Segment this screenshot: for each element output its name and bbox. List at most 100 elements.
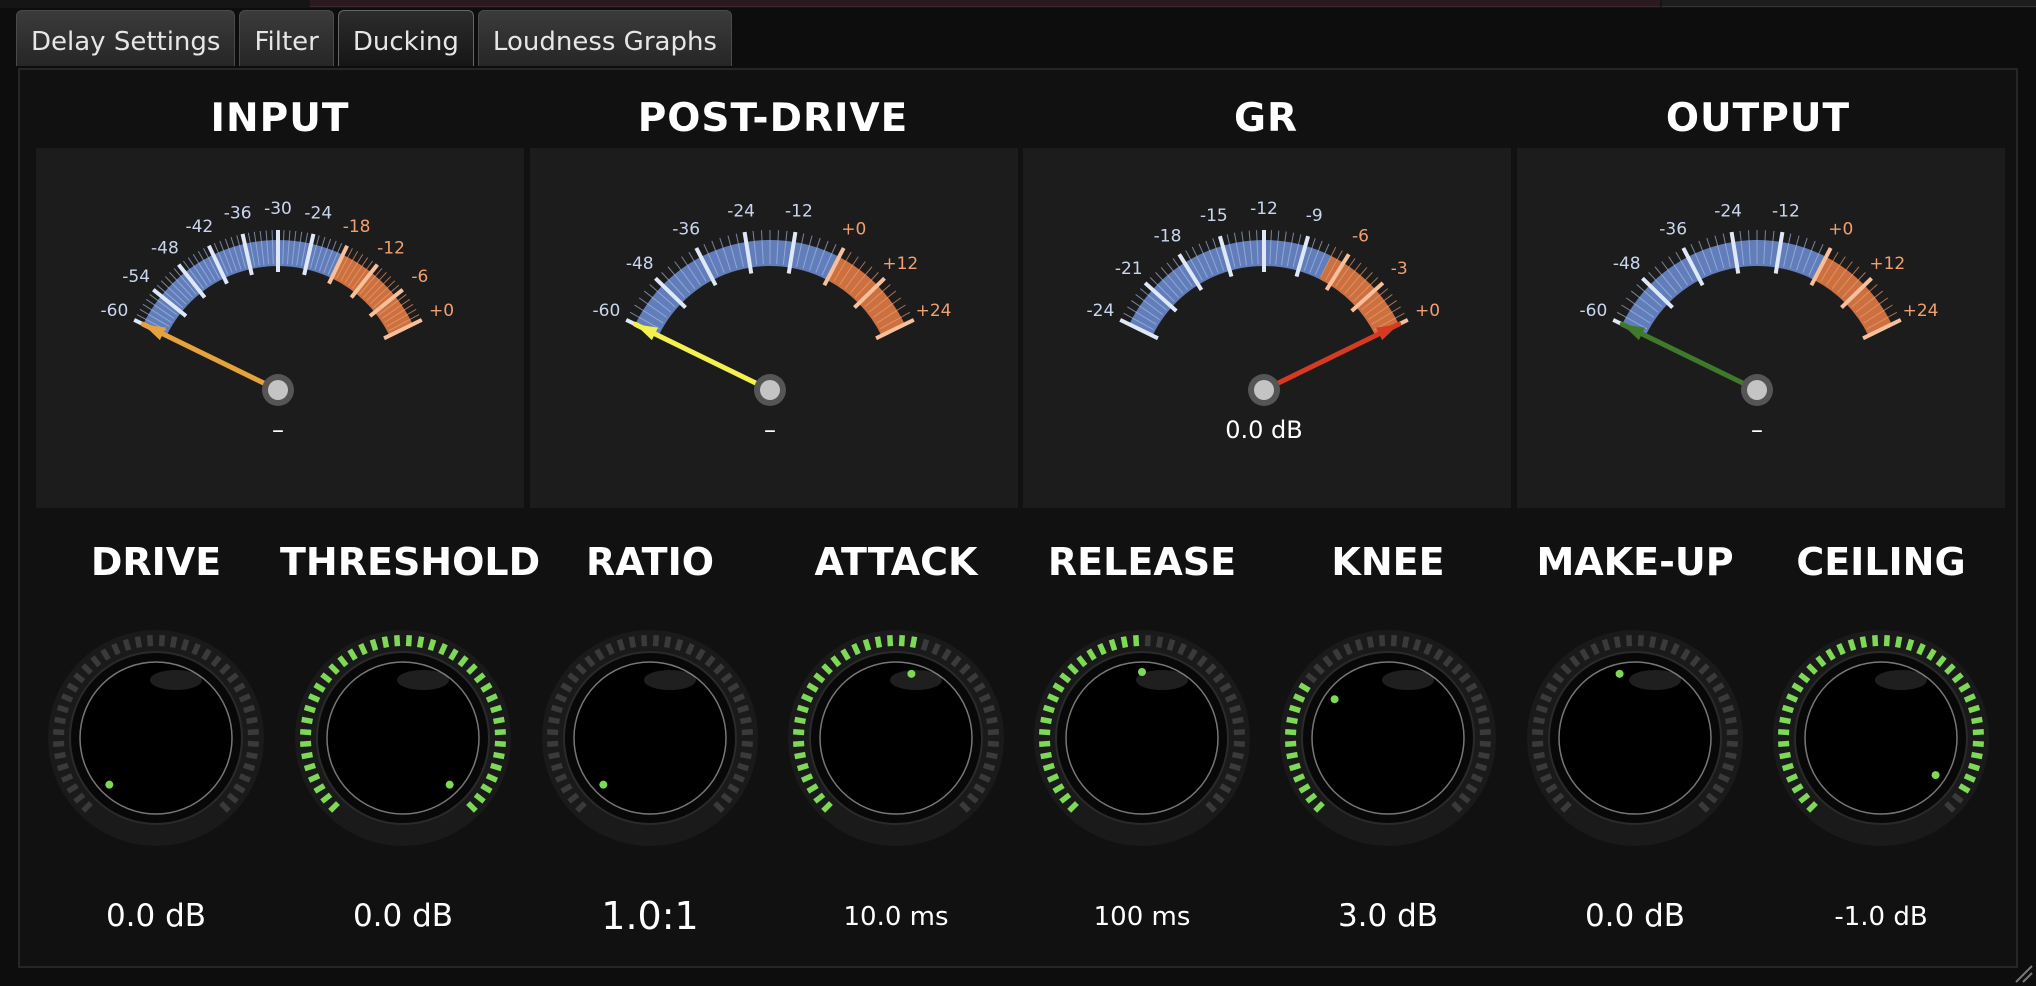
meter-scale-label: -30	[264, 199, 292, 219]
knob-led-unlit	[1659, 638, 1669, 651]
knob-led-unlit	[1637, 635, 1644, 647]
knob-led-unlit	[122, 638, 132, 651]
knob-led-lit	[1779, 716, 1792, 725]
meter-scale: -60 -48 -36 -24 -12 +0 +12 +24	[1580, 201, 1939, 341]
knob-led-unlit	[663, 636, 672, 649]
knob-led-unlit	[1401, 636, 1410, 649]
meter-scale-label: -15	[1200, 206, 1228, 226]
knob-led-unlit	[985, 751, 998, 760]
knob-led-lit	[301, 716, 314, 725]
ratio-knob[interactable]	[540, 628, 760, 848]
knob-led-unlit	[1724, 751, 1737, 760]
knob-led-unlit	[56, 704, 69, 714]
knob-led-unlit	[1613, 636, 1622, 649]
knob-led-unlit	[147, 635, 154, 647]
tab-filter[interactable]: Filter	[239, 10, 334, 66]
meter-scale-label: -36	[224, 204, 252, 224]
resize-grip-icon[interactable]	[2012, 962, 2034, 984]
knob-led-lit	[1968, 704, 1981, 714]
meter-needle	[632, 321, 773, 393]
knob-led-unlit	[550, 704, 563, 714]
knob-led-unlit	[1366, 636, 1375, 649]
knob-highlight	[1382, 670, 1434, 690]
knob-led-unlit	[741, 729, 753, 736]
knob-indicator	[445, 780, 454, 789]
vu-meter-input: -60 -54 -48 -42 -36 -30 -24 -18 -12 -6 +0 –	[36, 148, 524, 508]
tab-loudness-graphs[interactable]: Loudness Graphs	[477, 10, 732, 66]
knob-highlight	[1875, 670, 1927, 690]
knob-led-lit	[492, 716, 505, 725]
knob-led-unlit	[1722, 762, 1735, 772]
release-knob[interactable]	[1032, 628, 1252, 848]
knob-led-unlit	[987, 729, 999, 736]
knob-led-lit	[1288, 762, 1301, 772]
ratio-value[interactable]: 1.0:1	[527, 894, 773, 938]
meter-scale-label: -21	[1115, 259, 1143, 279]
knob-led-lit	[1042, 762, 1055, 772]
knob-led-unlit	[1626, 635, 1633, 647]
ceiling-value[interactable]: -1.0 dB	[1758, 902, 2004, 932]
knob-led-unlit	[737, 704, 750, 714]
tab-delay-settings[interactable]: Delay Settings	[16, 10, 236, 66]
drive-value[interactable]: 0.0 dB	[33, 898, 279, 934]
make-up-knob[interactable]	[1525, 628, 1745, 848]
meter-scale: -60 -54-48 -42 -36 -30 -24 -18 -12 -6+0	[101, 199, 454, 341]
knob-led-unlit	[741, 740, 753, 747]
knob-led-unlit	[245, 716, 258, 725]
knob-led-unlit	[245, 751, 258, 760]
knob-led-unlit	[920, 638, 930, 651]
knee-knob[interactable]	[1278, 628, 1498, 848]
knob-indicator	[1138, 668, 1146, 676]
knob-highlight	[890, 670, 942, 690]
meter-scale-label: -42	[185, 217, 213, 237]
knee-value[interactable]: 3.0 dB	[1265, 898, 1511, 934]
knob-led-unlit	[1724, 716, 1737, 725]
meter-pivot-cap	[760, 380, 780, 400]
meter-scale-label: -36	[1659, 219, 1687, 239]
knob-led-unlit	[1233, 740, 1245, 747]
meter-scale-label: -60	[1580, 301, 1608, 321]
knob-led-lit	[1968, 762, 1981, 772]
knob-led-lit	[1042, 704, 1055, 714]
meter-scale-label: +0	[1828, 219, 1853, 239]
knob-led-unlit	[134, 636, 143, 649]
knob-led-lit	[874, 636, 883, 649]
knob-led-lit	[1286, 751, 1299, 760]
knob-indicator	[907, 669, 916, 678]
tab-ducking[interactable]: Ducking	[337, 10, 474, 66]
threshold-value[interactable]: 0.0 dB	[280, 898, 526, 934]
knob-led-unlit	[247, 729, 259, 736]
knob-led-unlit	[56, 762, 69, 772]
knob-led-unlit	[739, 716, 752, 725]
knob-led-lit	[490, 762, 503, 772]
make-up-value[interactable]: 0.0 dB	[1512, 898, 1758, 934]
meter-scale-label: -48	[1613, 254, 1641, 274]
knob-led-unlit	[652, 635, 659, 647]
meter-readout: –	[764, 416, 776, 444]
attack-value[interactable]: 10.0 ms	[773, 902, 1019, 932]
ceiling-knob[interactable]	[1771, 628, 1991, 848]
knob-led-lit	[1970, 716, 1983, 725]
knob-led-unlit	[1477, 751, 1490, 760]
knob-led-lit	[369, 638, 379, 651]
knob-led-unlit	[548, 716, 561, 725]
drive-knob[interactable]	[46, 628, 266, 848]
meter-pivot-cap	[268, 380, 288, 400]
attack-knob[interactable]	[786, 628, 1006, 848]
knob-led-unlit	[1477, 716, 1490, 725]
knob-led-lit	[793, 740, 805, 747]
knob-led-lit	[1285, 740, 1297, 747]
meter-scale-label: -12	[1250, 199, 1278, 219]
vu-meter-post-drive: -60 -48 -36 -24 -12 +0 +12 +24 –	[530, 148, 1018, 508]
knob-led-lit	[1040, 716, 1053, 725]
release-value[interactable]: 100 ms	[1019, 902, 1265, 932]
threshold-knob[interactable]	[293, 628, 513, 848]
knob-led-lit	[1108, 638, 1118, 651]
meter-scale-label: -18	[1154, 227, 1182, 247]
knob-highlight	[644, 670, 696, 690]
knob-led-unlit	[987, 740, 999, 747]
meter-title-output: OUTPUT	[1665, 96, 1851, 141]
knob-led-unlit	[547, 740, 559, 747]
knob-title-make-up: MAKE-UP	[1536, 540, 1734, 584]
knob-led-lit	[381, 636, 390, 649]
